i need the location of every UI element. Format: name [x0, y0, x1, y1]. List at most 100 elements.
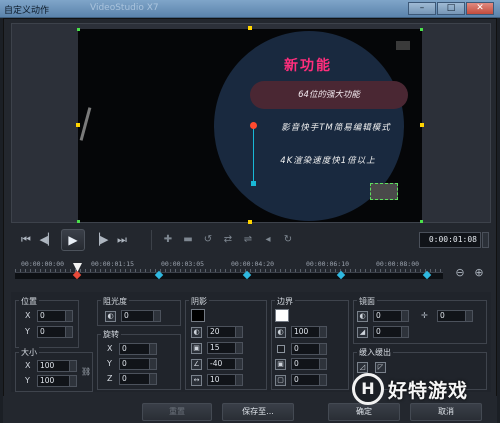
rotation-x-field[interactable]: 0 [119, 343, 157, 355]
play-button[interactable]: ▶ [61, 229, 85, 251]
light-streak [79, 107, 92, 141]
preview-line-2: 4K渲染速度快1倍以上 [280, 156, 376, 166]
toolbar-separator [151, 230, 152, 250]
mirror-offset-field[interactable]: 0 [437, 310, 473, 322]
zoom-in-icon: ⊕ [474, 266, 484, 279]
border-opacity-field[interactable]: 100 [291, 326, 327, 338]
title-bar: 自定义动作 VideoStudio X7 – □ ✕ [0, 0, 500, 18]
resize-handle-left[interactable] [76, 123, 80, 127]
maximize-button[interactable]: □ [437, 2, 465, 15]
link-icon[interactable]: ⛓ [81, 367, 91, 376]
watermark: H 好特游戏 [352, 371, 497, 411]
position-x-field[interactable]: 0 [37, 310, 73, 322]
mirror-opacity-field[interactable]: 0 [373, 310, 409, 322]
mirror-offset-icon: ✛ [421, 311, 428, 320]
rotation-y-label: Y [107, 359, 112, 368]
previous-frame-button[interactable]: ◀▏ [39, 231, 57, 249]
opacity-label: 阻光度 [101, 296, 129, 307]
motion-end-handle[interactable] [251, 181, 256, 186]
video-preview[interactable]: 新功能 64位的强大功能 影音快手TM简易编辑模式 4K渲染速度快1倍以上 [78, 29, 422, 222]
mirror-gradient-icon: ◢ [357, 327, 368, 338]
reset-button[interactable]: 重置 [142, 403, 212, 421]
preview-pill-text: 64位的强大功能 [298, 90, 360, 100]
resize-handle-right[interactable] [420, 123, 424, 127]
motion-start-handle[interactable] [250, 122, 257, 129]
resize-handle-bottom-left[interactable] [77, 220, 80, 223]
minimize-button[interactable]: – [408, 2, 436, 15]
shadow-label: 阴影 [189, 296, 209, 307]
watermark-logo: H [352, 373, 384, 405]
size-x-field[interactable]: 100 [37, 360, 77, 372]
move-right-button[interactable]: ↻ [277, 231, 299, 249]
opacity-icon: ◐ [105, 311, 116, 322]
preview-pill: 64位的强大功能 [250, 81, 408, 109]
copy-keyframe-button[interactable]: ⇌ [237, 231, 259, 249]
home-icon: ⏮ [21, 233, 31, 246]
rotation-z-label: Z [107, 374, 113, 383]
ruler-label: 00:00:03:05 [161, 260, 205, 268]
resize-handle-top[interactable] [248, 26, 252, 30]
zoom-out-button[interactable]: ⊖ [453, 266, 467, 280]
play-icon: ▶ [68, 233, 78, 247]
resize-handle-top-left[interactable] [77, 28, 80, 31]
move-left-button[interactable]: ◂ [257, 231, 279, 249]
rotation-y-field[interactable]: 0 [119, 358, 157, 370]
background-window-title: VideoStudio X7 [90, 3, 159, 13]
border-opacity-icon: ◐ [275, 327, 286, 338]
border-width-field[interactable]: 0 [291, 343, 327, 355]
swap-icon: ⇄ [223, 234, 233, 245]
close-button[interactable]: ✕ [466, 2, 494, 15]
mirror-gradient-field[interactable]: 0 [373, 326, 409, 338]
move-right-icon: ↻ [283, 234, 293, 245]
zoom-in-button[interactable]: ⊕ [472, 266, 486, 280]
swap-keyframe-button[interactable]: ⇄ [217, 231, 239, 249]
position-y-field[interactable]: 0 [37, 326, 73, 338]
overlay-selection-box[interactable] [370, 183, 398, 200]
rotation-z-field[interactable]: 0 [119, 373, 157, 385]
border-width-checkbox[interactable] [277, 345, 285, 353]
border-softness-icon: ▣ [275, 359, 286, 370]
border-color-swatch[interactable] [275, 309, 289, 322]
zoom-out-icon: ⊖ [455, 266, 465, 279]
add-keyframe-icon: ✚ [163, 234, 173, 245]
rotation-x-label: X [107, 344, 113, 353]
remove-keyframe-button[interactable]: ▬ [177, 231, 199, 249]
size-label: 大小 [19, 347, 39, 358]
add-keyframe-button[interactable]: ✚ [157, 231, 179, 249]
watermark-text: 好特游戏 [388, 380, 469, 402]
shadow-distance-field[interactable]: 10 [207, 374, 243, 386]
shadow-opacity-field[interactable]: 20 [207, 326, 243, 338]
size-y-field[interactable]: 100 [37, 375, 77, 387]
resize-handle-top-right[interactable] [420, 28, 423, 31]
shadow-blur-field[interactable]: 15 [207, 342, 243, 354]
move-left-icon: ◂ [265, 234, 271, 245]
position-label: 位置 [19, 296, 39, 307]
window-title: 自定义动作 [4, 6, 50, 16]
preview-title-text: 新功能 [284, 58, 332, 74]
corner-artifact [396, 41, 410, 50]
shadow-opacity-icon: ◐ [191, 327, 202, 338]
resize-handle-bottom-right[interactable] [420, 220, 423, 223]
border-label: 边界 [275, 296, 295, 307]
end-button[interactable]: ⏭ [113, 231, 131, 249]
save-as-button[interactable]: 保存至... [222, 403, 294, 421]
opacity-field[interactable]: 0 [121, 310, 161, 322]
keyframe-timeline[interactable]: 00:00:00:00 00:00:01:15 00:00:03:05 00:0… [11, 258, 491, 288]
position-group [15, 300, 79, 348]
timecode-spinner[interactable] [482, 232, 489, 248]
shadow-color-swatch[interactable] [191, 309, 205, 322]
reverse-keyframe-button[interactable]: ↺ [197, 231, 219, 249]
resize-handle-bottom[interactable] [248, 220, 252, 224]
border-corner-field[interactable]: 0 [291, 374, 327, 386]
size-x-label: X [25, 361, 31, 370]
next-frame-button[interactable]: ▕▶ [91, 231, 109, 249]
border-softness-field[interactable]: 0 [291, 358, 327, 370]
timecode-field[interactable]: 0:00:01:08 [419, 232, 481, 248]
shadow-distance-icon: ↔ [191, 375, 202, 386]
home-button[interactable]: ⏮ [17, 231, 35, 249]
mirror-opacity-icon: ◐ [357, 311, 368, 322]
position-y-label: Y [25, 327, 30, 336]
fade-label: 缓入缓出 [357, 347, 393, 358]
shadow-angle-field[interactable]: -40 [207, 358, 243, 370]
next-frame-icon: ▕▶ [91, 233, 109, 246]
